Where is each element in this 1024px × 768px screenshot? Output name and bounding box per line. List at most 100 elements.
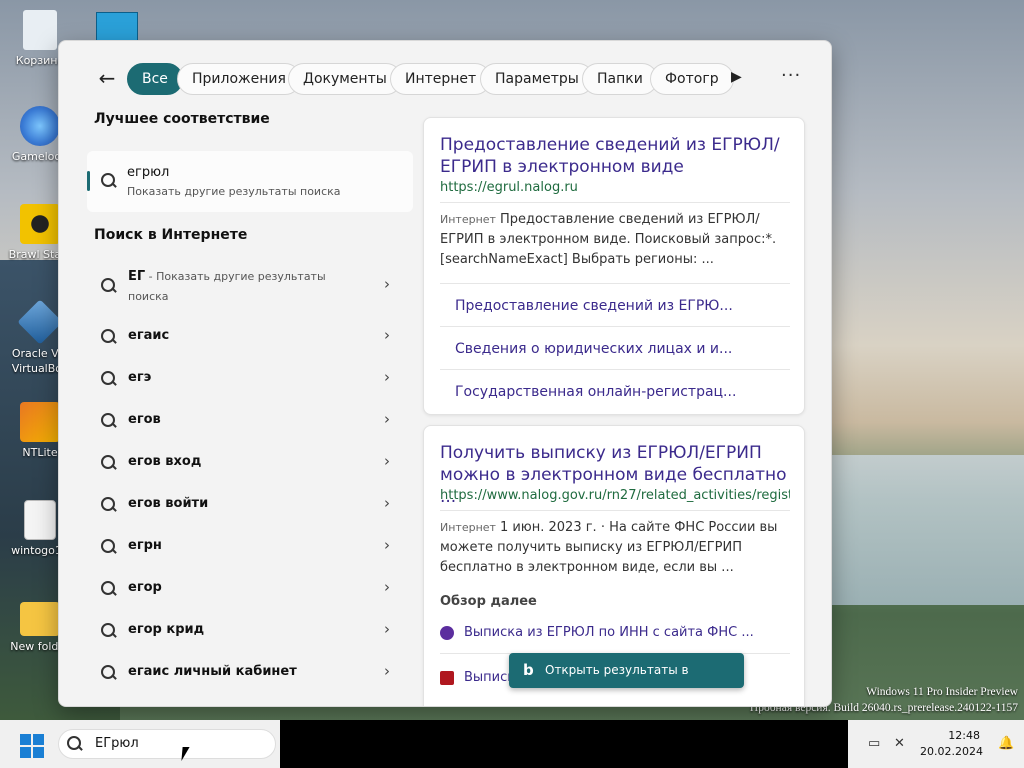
filter-apps[interactable]: Приложения	[177, 63, 301, 95]
source-tag: Интернет	[440, 521, 496, 534]
chevron-right-icon: ›	[384, 275, 390, 293]
desktop-shortcut-icon[interactable]	[96, 12, 138, 42]
web-suggestion[interactable]: егэ ›	[87, 358, 413, 400]
source-tag: Интернет	[440, 213, 496, 226]
filter-photos[interactable]: Фотогр	[650, 63, 734, 95]
filter-bar: ← Все Приложения Документы Интернет Пара…	[59, 59, 831, 99]
back-arrow-icon[interactable]: ←	[95, 67, 119, 91]
clock-date: 20.02.2024	[920, 745, 983, 758]
taskbar-search-box[interactable]: ЕГрюл	[58, 729, 276, 759]
suggestion-text: егор крид	[128, 622, 205, 637]
divider	[440, 283, 790, 284]
web-suggestion[interactable]: егов войти ›	[87, 484, 413, 526]
chevron-right-icon: ›	[384, 494, 390, 512]
gameloop-icon	[20, 106, 60, 146]
results-list: Лучшее соответствие егрюл Показать други…	[87, 111, 417, 680]
chevron-right-icon: ›	[384, 452, 390, 470]
best-match-item[interactable]: егрюл Показать другие результаты поиска	[87, 151, 413, 212]
web-search-heading: Поиск в Интернете	[94, 227, 248, 243]
search-icon	[101, 278, 117, 294]
scroll-right-icon[interactable]: ▶	[731, 69, 742, 85]
divider	[440, 510, 790, 511]
search-icon	[101, 581, 117, 597]
best-match-heading: Лучшее соответствие	[94, 111, 270, 127]
result-title-link[interactable]: Предоставление сведений из ЕГРЮЛ/ЕГРИП в…	[440, 134, 790, 178]
best-match-query: егрюл	[127, 165, 170, 180]
search-icon	[101, 455, 117, 471]
web-suggestion[interactable]: егаис ›	[87, 316, 413, 358]
web-suggestion[interactable]: егрн ›	[87, 526, 413, 568]
desktop-background-lake	[820, 455, 1024, 605]
result-snippet: Интернет Предоставление сведений из ЕГРЮЛ…	[440, 210, 790, 270]
brawl-stars-icon	[20, 204, 60, 244]
search-icon	[101, 623, 117, 639]
search-icon	[101, 539, 117, 555]
suggestion-query: ЕГ	[128, 269, 146, 284]
volume-muted-icon[interactable]: ✕	[894, 736, 910, 751]
web-suggestion[interactable]: егаис личный кабинет ›	[87, 652, 413, 694]
result-snippet: Интернет 1 июн. 2023 г. · На сайте ФНС Ро…	[440, 518, 790, 578]
mouse-cursor-icon	[181, 747, 190, 761]
filter-web[interactable]: Интернет	[390, 63, 492, 95]
system-tray: ▭ ✕ 12:48 20.02.2024 🔔	[848, 720, 1024, 768]
search-icon	[101, 413, 117, 429]
watermark-edition: Windows 11 Pro Insider Preview	[866, 686, 1018, 698]
web-suggestion[interactable]: егор ›	[87, 568, 413, 610]
start-button[interactable]	[20, 734, 44, 758]
chevron-right-icon: ›	[384, 620, 390, 638]
virtualbox-icon	[17, 299, 63, 345]
site-favicon-icon	[440, 671, 454, 685]
sublink[interactable]: Предоставление сведений из ЕГРЮ...	[455, 298, 733, 314]
explore-more-heading: Обзор далее	[440, 594, 537, 609]
filter-documents[interactable]: Документы	[288, 63, 402, 95]
folder-icon	[20, 602, 60, 636]
sublink[interactable]: Государственная онлайн-регистрац...	[455, 384, 736, 400]
chevron-right-icon: ›	[384, 578, 390, 596]
suggestion-subtitle: - Показать другие результаты поиска	[128, 270, 326, 303]
filter-all[interactable]: Все	[127, 63, 183, 95]
sublink[interactable]: Сведения о юридических лицах и и...	[455, 341, 732, 357]
site-favicon-icon	[440, 626, 454, 640]
suggestion-text: егов войти	[128, 496, 209, 511]
result-card-1: Предоставление сведений из ЕГРЮЛ/ЕГРИП в…	[423, 117, 805, 415]
web-suggestion[interactable]: егор крид ›	[87, 610, 413, 652]
suggestion-text: егор	[128, 580, 162, 595]
ntlite-icon	[20, 402, 60, 442]
divider	[440, 326, 790, 327]
recycle-bin-icon	[23, 10, 57, 50]
search-icon	[101, 173, 117, 189]
more-options-icon[interactable]: ···	[781, 65, 801, 86]
search-icon	[101, 329, 117, 345]
suggestion-text: егэ	[128, 370, 152, 385]
clock-time: 12:48	[948, 729, 980, 742]
web-suggestion[interactable]: егов вход ›	[87, 442, 413, 484]
clock[interactable]: 12:48 20.02.2024	[920, 728, 983, 760]
web-suggestion[interactable]: егов ›	[87, 400, 413, 442]
bing-icon: b	[523, 661, 534, 679]
open-in-browser-button[interactable]: b Открыть результаты в браузере	[509, 653, 744, 706]
notification-bell-icon[interactable]: 🔔	[998, 736, 1014, 751]
chevron-right-icon: ›	[384, 536, 390, 554]
chevron-right-icon: ›	[384, 662, 390, 680]
suggestion-text: егаис личный кабинет	[128, 664, 297, 679]
network-icon[interactable]: ▭	[868, 736, 884, 751]
filter-settings[interactable]: Параметры	[480, 63, 594, 95]
taskbar-search-value: ЕГрюл	[95, 736, 139, 751]
result-url[interactable]: https://egrul.nalog.ru	[440, 180, 790, 195]
filter-folders[interactable]: Папки	[582, 63, 658, 95]
best-match-subtitle: Показать другие результаты поиска	[127, 185, 341, 198]
explore-link[interactable]: Выписка из ЕГРЮЛ по ИНН с сайта ФНС ...	[464, 625, 754, 640]
chevron-right-icon: ›	[384, 326, 390, 344]
search-icon	[67, 736, 83, 752]
search-panel: ← Все Приложения Документы Интернет Пара…	[58, 40, 832, 707]
search-icon	[101, 665, 117, 681]
divider	[440, 202, 790, 203]
suggestion-text: егов вход	[128, 454, 202, 469]
search-icon	[101, 497, 117, 513]
web-suggestion-first[interactable]: ЕГ - Показать другие результаты поиска ›	[87, 261, 413, 311]
chevron-right-icon: ›	[384, 410, 390, 428]
result-url[interactable]: https://www.nalog.gov.ru/rn27/related_ac…	[440, 488, 790, 503]
taskbar: ЕГрюл ▭ ✕ 12:48 20.02.2024 🔔	[0, 720, 1024, 768]
suggestion-text: егрн	[128, 538, 162, 553]
search-icon	[101, 371, 117, 387]
